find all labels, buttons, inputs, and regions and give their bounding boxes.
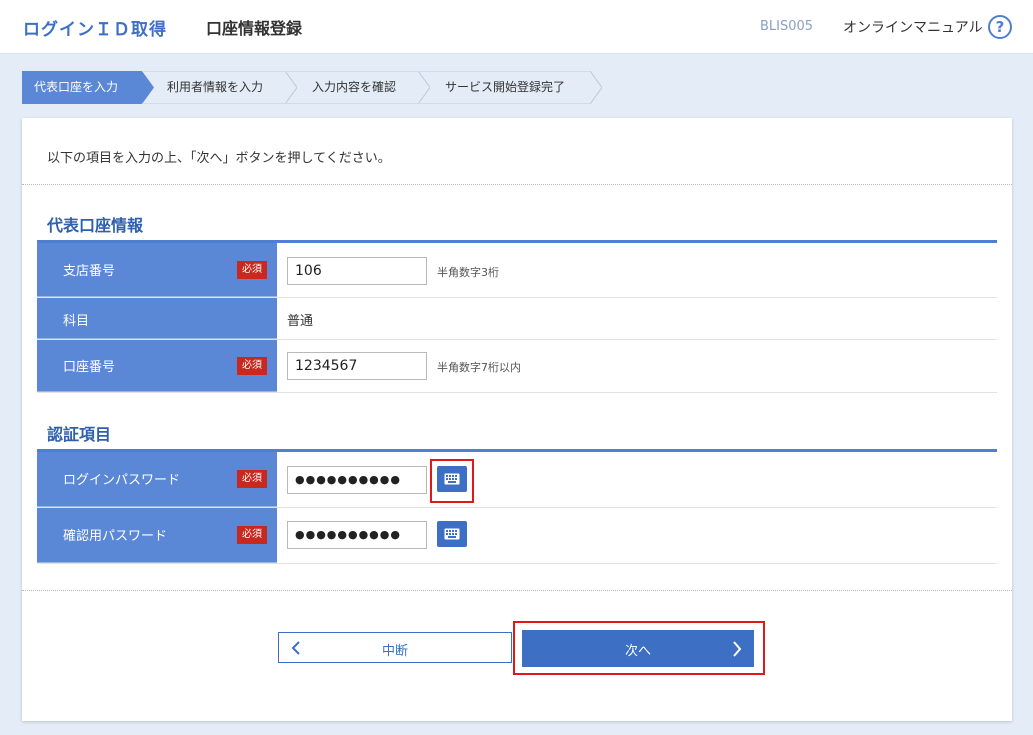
software-keyboard-button[interactable] (437, 521, 467, 547)
keyboard-icon (444, 528, 460, 540)
chevron-right-icon (733, 641, 742, 657)
step-label: 代表口座を入力 (34, 80, 119, 94)
account-number-hint: 半角数字7桁以内 (437, 361, 521, 374)
account-number-input[interactable]: 1234567 (287, 352, 427, 380)
help-icon[interactable]: ? (988, 15, 1012, 39)
required-badge: 必須 (237, 526, 267, 544)
form-card: 以下の項目を入力の上、「次へ」ボタンを押してください。 代表口座情報 支店番号 … (22, 118, 1012, 721)
step-label: 利用者情報を入力 (167, 80, 264, 94)
row-label-cell: 口座番号 必須 (37, 340, 277, 392)
screen-id: BLIS005 (760, 19, 814, 34)
cancel-button-label: 中断 (381, 644, 408, 659)
account-number-row: 口座番号 必須 1234567 半角数字7桁以内 (37, 340, 997, 393)
branch-number-row: 支店番号 必須 106 半角数字3桁 (37, 243, 997, 298)
divider (22, 590, 1012, 591)
login-password-row: ログインパスワード 必須 ●●●●●●●●●● (37, 452, 997, 508)
account-section-title: 代表口座情報 (47, 216, 144, 235)
login-password-label: ログインパスワード (63, 473, 181, 488)
auth-section-title: 認証項目 (47, 425, 112, 444)
step-4: サービス開始登録完了 (418, 71, 602, 104)
app-title: ログインＩＤ取得 (23, 20, 167, 40)
row-label-cell: 支店番号 必須 (37, 243, 277, 297)
next-button[interactable]: 次へ (522, 630, 754, 667)
page-title: 口座情報登録 (206, 19, 303, 38)
cancel-button[interactable]: 中断 (278, 632, 512, 663)
top-bar: ログインＩＤ取得 口座情報登録 BLIS005 オンラインマニュアル ? (0, 0, 1033, 54)
account-number-label: 口座番号 (63, 360, 116, 375)
row-label-cell: 確認用パスワード 必須 (37, 508, 277, 563)
keyboard-icon (444, 473, 460, 485)
confirm-password-label: 確認用パスワード (63, 529, 168, 544)
login-password-input[interactable]: ●●●●●●●●●● (287, 466, 427, 494)
step-3: 入力内容を確認 (285, 71, 430, 104)
subject-value: 普通 (287, 314, 314, 329)
required-badge: 必須 (237, 261, 267, 279)
confirm-password-row: 確認用パスワード 必須 ●●●●●●●●●● (37, 508, 997, 564)
required-badge: 必須 (237, 470, 267, 488)
required-badge: 必須 (237, 357, 267, 375)
step-1: 代表口座を入力 (22, 71, 154, 104)
step-2: 利用者情報を入力 (142, 71, 297, 104)
step-label: サービス開始登録完了 (445, 80, 566, 94)
branch-number-hint: 半角数字3桁 (437, 266, 499, 279)
online-manual-link[interactable]: オンラインマニュアル (843, 17, 983, 37)
row-label-cell: 科目 (37, 298, 277, 339)
next-button-label: 次へ (624, 644, 651, 659)
confirm-password-input[interactable]: ●●●●●●●●●● (287, 521, 427, 549)
subject-label: 科目 (63, 314, 90, 329)
subject-row: 科目 普通 (37, 298, 997, 340)
step-label: 入力内容を確認 (312, 80, 397, 94)
branch-number-input[interactable]: 106 (287, 257, 427, 285)
row-label-cell: ログインパスワード 必須 (37, 452, 277, 507)
divider (22, 184, 1012, 185)
branch-number-label: 支店番号 (63, 264, 116, 279)
software-keyboard-button[interactable] (437, 466, 467, 492)
instruction-text: 以下の項目を入力の上、「次へ」ボタンを押してください。 (47, 151, 391, 166)
